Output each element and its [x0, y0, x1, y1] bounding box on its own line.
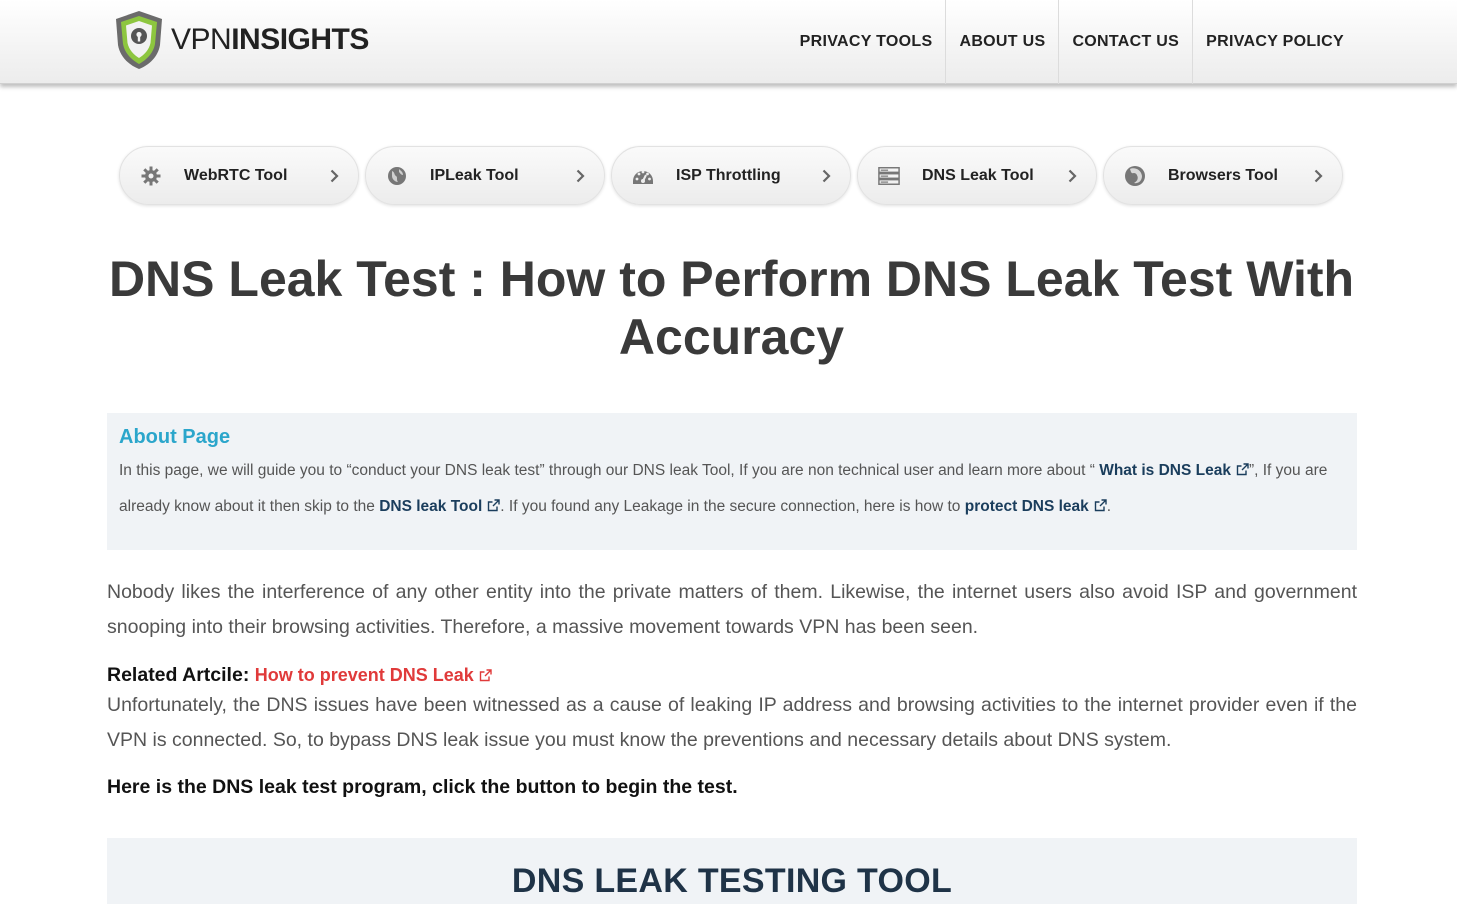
- tool-dns-leak-button[interactable]: DNS Leak Tool: [857, 146, 1097, 205]
- external-link-icon: [488, 499, 500, 512]
- dns-leak-tool-link[interactable]: DNS leak Tool: [379, 498, 500, 515]
- link-text: DNS leak Tool: [379, 498, 483, 515]
- tool-label: IPLeak Tool: [430, 166, 519, 184]
- chevron-right-icon: [1312, 168, 1324, 184]
- test-intro-text: Here is the DNS leak test program, click…: [107, 776, 738, 798]
- tool-label: DNS Leak Tool: [922, 166, 1034, 184]
- tool-isp-throttling-button[interactable]: ISP Throttling: [611, 146, 851, 205]
- about-heading: About Page: [119, 426, 231, 448]
- related-article-label: Related Artcile:: [107, 664, 250, 686]
- tool-pill-bar: WebRTC Tool IPLeak Tool ISP Throttling D…: [119, 146, 1343, 205]
- shield-lock-icon: [116, 11, 162, 69]
- logo-suffix: INSIGHTS: [231, 23, 369, 56]
- nav-privacy-tools[interactable]: PRIVACY TOOLS: [787, 0, 946, 84]
- tool-label: WebRTC Tool: [184, 166, 288, 184]
- link-text: How to prevent DNS Leak: [254, 665, 474, 685]
- firefox-icon: [1124, 165, 1146, 187]
- nav-contact-us[interactable]: CONTACT US: [1058, 0, 1192, 84]
- main-nav: PRIVACY TOOLS ABOUT US CONTACT US PRIVAC…: [787, 0, 1357, 84]
- related-article: Related Artcile: How to prevent DNS Leak: [107, 664, 492, 687]
- dns-issues-paragraph: Unfortunately, the DNS issues have been …: [107, 694, 1357, 751]
- what-is-dns-leak-link[interactable]: What is DNS Leak: [1099, 462, 1249, 479]
- logo-text: VPNINSIGHTS: [171, 25, 369, 55]
- tool-label: ISP Throttling: [676, 166, 781, 184]
- speedometer-icon: [632, 165, 654, 187]
- related-article-link[interactable]: How to prevent DNS Leak: [255, 665, 492, 685]
- chevron-right-icon: [820, 168, 832, 184]
- link-text: What is DNS Leak: [1099, 462, 1231, 479]
- chevron-right-icon: [574, 168, 586, 184]
- dns-leak-testing-tool-box: DNS LEAK TESTING TOOL: [107, 838, 1357, 904]
- link-text: protect DNS leak: [964, 498, 1089, 515]
- gear-icon: [140, 165, 162, 187]
- about-text-part: In this page, we will guide you to “cond…: [119, 462, 1100, 479]
- external-link-icon: [1236, 463, 1249, 476]
- nav-about-us[interactable]: ABOUT US: [945, 0, 1058, 84]
- site-logo[interactable]: VPNINSIGHTS: [113, 9, 369, 71]
- about-page-box: About Page In this page, we will guide y…: [107, 413, 1357, 550]
- globe-icon: [386, 165, 408, 187]
- nav-privacy-policy[interactable]: PRIVACY POLICY: [1192, 0, 1357, 84]
- protect-dns-leak-link[interactable]: protect DNS leak: [965, 498, 1107, 515]
- site-header: VPNINSIGHTS PRIVACY TOOLS ABOUT US CONTA…: [0, 0, 1457, 84]
- about-text-part: . If you found any Leakage in the secure…: [500, 498, 965, 515]
- external-link-icon: [479, 669, 492, 682]
- page-title: DNS Leak Test : How to Perform DNS Leak …: [108, 251, 1355, 365]
- about-text: In this page, we will guide you to “cond…: [119, 453, 1345, 525]
- external-link-icon: [1094, 499, 1107, 512]
- tool-browsers-button[interactable]: Browsers Tool: [1103, 146, 1343, 205]
- intro-paragraph: Nobody likes the interference of any oth…: [107, 581, 1357, 638]
- chevron-right-icon: [1066, 168, 1078, 184]
- toolbox-title: DNS LEAK TESTING TOOL: [511, 862, 953, 900]
- chevron-right-icon: [328, 168, 340, 184]
- tool-label: Browsers Tool: [1168, 166, 1278, 184]
- logo-prefix: VPN: [171, 23, 232, 56]
- tool-webrtc-button[interactable]: WebRTC Tool: [119, 146, 359, 205]
- tool-ipleak-button[interactable]: IPLeak Tool: [365, 146, 605, 205]
- server-icon: [878, 165, 900, 187]
- about-text-part: .: [1106, 498, 1112, 515]
